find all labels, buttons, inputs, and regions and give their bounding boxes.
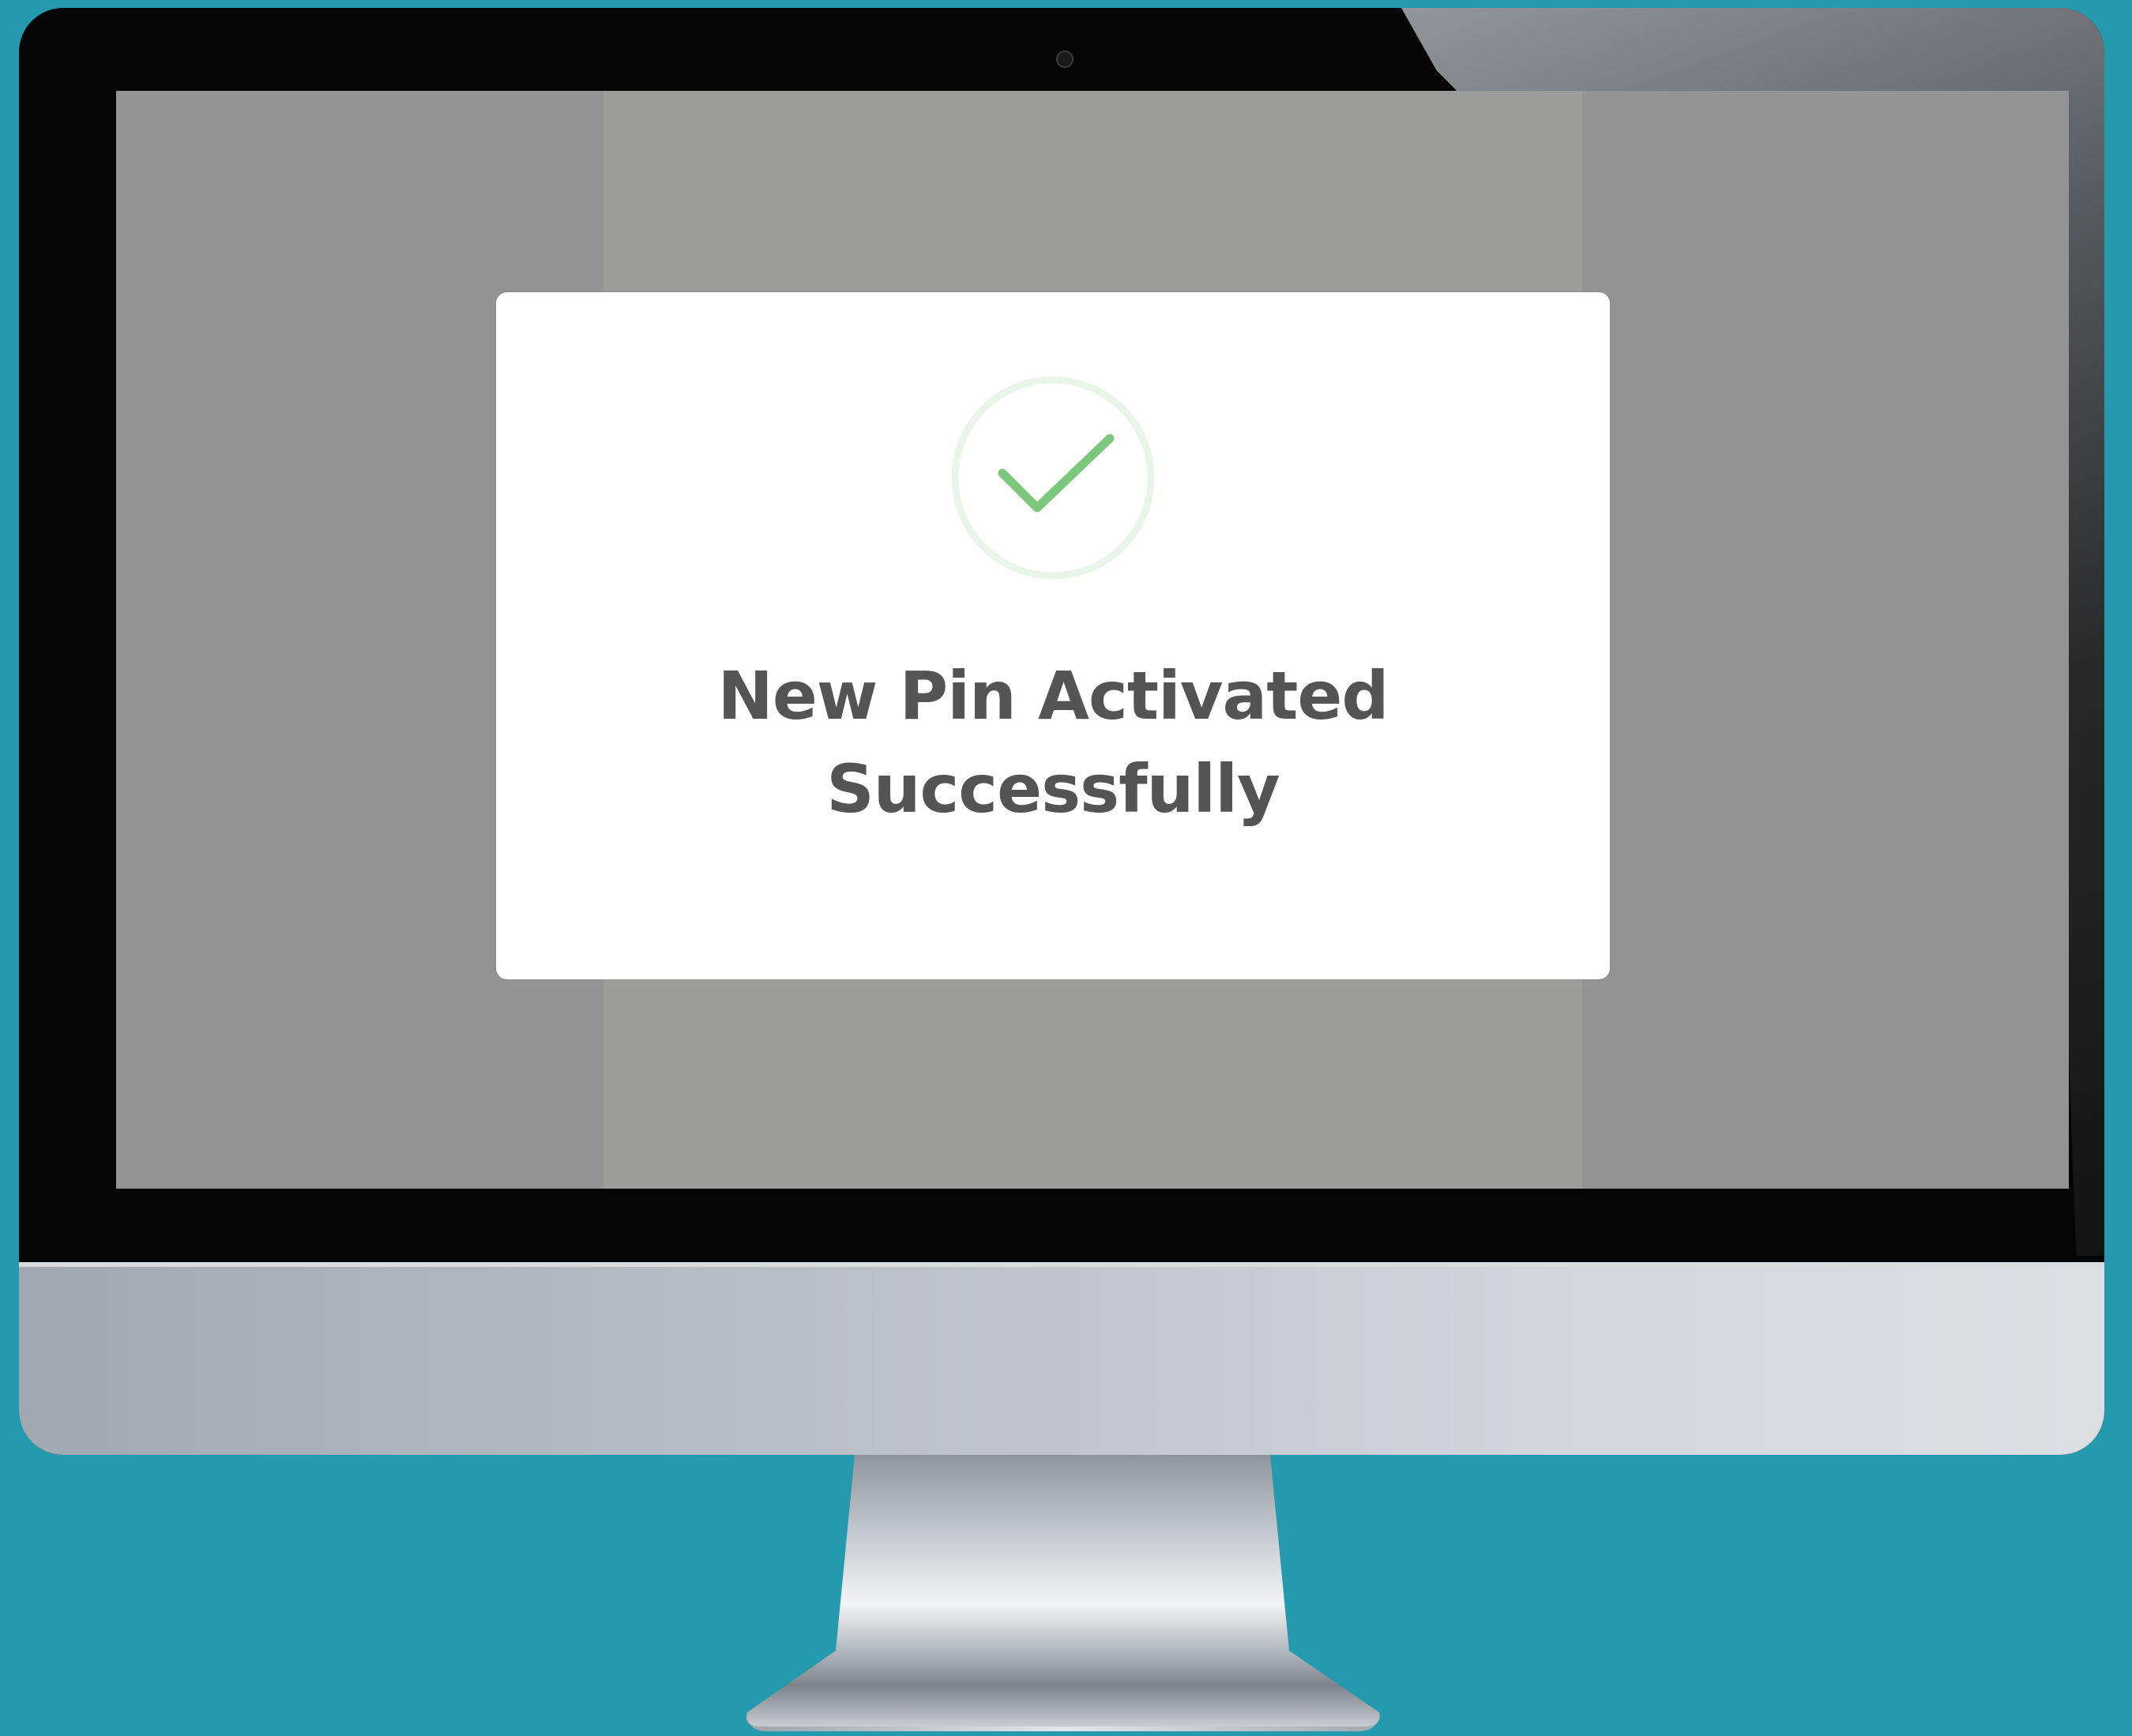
dialog-title-line-2: Successfully [826, 750, 1280, 828]
dialog-title: New Pin Activated Successfully [496, 649, 1610, 836]
check-circle-icon [951, 376, 1155, 580]
dialog-title-line-1: New Pin Activated [717, 657, 1389, 735]
desktop-scene: New Pin Activated Successfully [0, 0, 2132, 1736]
camera-icon [1056, 51, 1074, 68]
chin-edge [19, 1262, 2104, 1267]
monitor: New Pin Activated Successfully [19, 8, 2104, 1455]
success-dialog: New Pin Activated Successfully [496, 292, 1610, 979]
monitor-chin [19, 1262, 2104, 1455]
screen: New Pin Activated Successfully [116, 91, 2069, 1189]
